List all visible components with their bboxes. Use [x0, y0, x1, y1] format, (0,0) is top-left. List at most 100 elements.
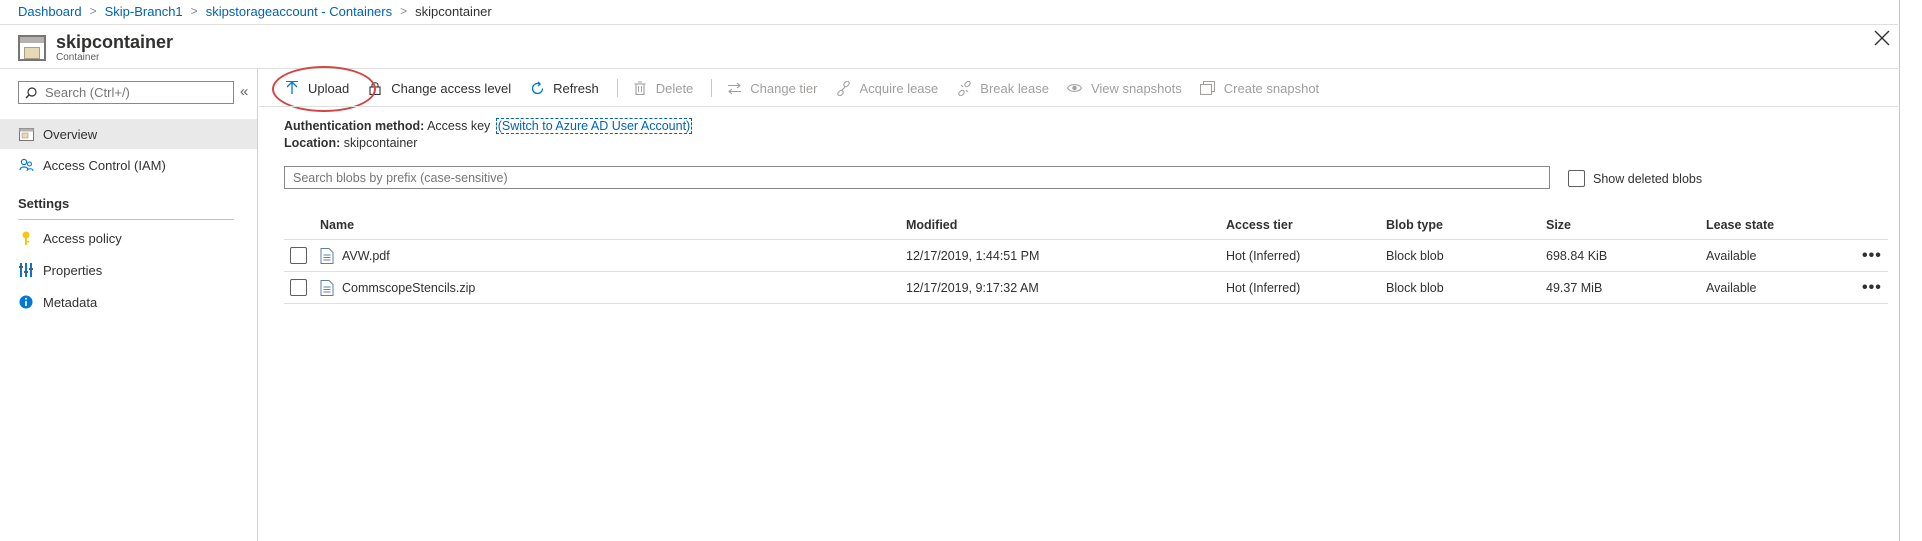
divider — [0, 24, 1898, 25]
page-subtitle: Container — [56, 52, 100, 63]
sidebar-item-access-policy[interactable]: Access policy — [0, 223, 257, 253]
table-row[interactable]: CommscopeStencils.zip 12/17/2019, 9:17:3… — [284, 272, 1888, 304]
sidebar-item-label: Overview — [43, 126, 98, 142]
column-header-access-tier[interactable]: Access tier — [1226, 210, 1293, 239]
container-icon — [18, 35, 46, 61]
broken-link-icon — [956, 80, 972, 96]
sidebar-item-properties[interactable]: Properties — [0, 255, 257, 285]
blob-table: Name Modified Access tier Blob type Size… — [284, 210, 1888, 304]
location-value: skipcontainer — [343, 136, 418, 150]
row-checkbox[interactable] — [290, 279, 307, 296]
blob-access-tier: Hot (Inferred) — [1226, 248, 1301, 263]
blob-name-cell[interactable]: AVW.pdf — [320, 240, 390, 271]
file-icon — [320, 279, 334, 296]
auth-method-label: Authentication method: — [284, 119, 425, 133]
acquire-lease-button[interactable]: Acquire lease — [836, 80, 939, 96]
blob-search-box[interactable] — [284, 166, 1550, 189]
blob-size: 49.37 MiB — [1546, 280, 1603, 295]
blob-modified: 12/17/2019, 9:17:32 AM — [906, 280, 1039, 295]
column-header-name[interactable]: Name — [320, 210, 354, 239]
view-snapshots-button[interactable]: View snapshots — [1067, 80, 1182, 96]
sidebar-search-box[interactable] — [18, 81, 234, 104]
breadcrumb-current: skipcontainer — [415, 3, 492, 19]
chevron-right-icon: > — [89, 4, 97, 18]
blob-lease-state: Available — [1706, 248, 1757, 263]
divider — [18, 219, 234, 220]
change-tier-button[interactable]: Change tier — [726, 80, 818, 96]
key-icon — [18, 230, 34, 246]
auth-method-value: Access key — [427, 119, 491, 133]
file-icon — [320, 247, 334, 264]
refresh-label: Refresh — [553, 80, 599, 96]
delete-label: Delete — [655, 80, 694, 96]
sidebar: « Overview Access Control (IAM) Settings… — [0, 69, 258, 541]
breadcrumb-containers[interactable]: skipstorageaccount - Containers — [206, 4, 392, 19]
more-options-icon[interactable]: ••• — [1862, 240, 1882, 271]
command-bar: Upload Change access level Refresh Delet… — [272, 72, 1337, 104]
divider — [0, 68, 1898, 69]
chevron-right-icon: > — [400, 4, 408, 18]
sidebar-item-overview[interactable]: Overview — [0, 119, 257, 149]
sidebar-item-metadata[interactable]: Metadata — [0, 287, 257, 317]
blade-header: skipcontainer Container — [18, 28, 173, 68]
show-deleted-blobs-toggle[interactable]: Show deleted blobs — [1568, 170, 1702, 187]
sidebar-item-label: Access policy — [43, 230, 122, 246]
delete-button[interactable]: Delete — [632, 80, 694, 96]
breadcrumb-dashboard[interactable]: Dashboard — [18, 4, 82, 19]
show-deleted-checkbox[interactable] — [1568, 170, 1585, 187]
chevron-right-icon: > — [190, 4, 198, 18]
properties-icon — [18, 262, 34, 278]
collapse-sidebar-icon[interactable]: « — [240, 83, 248, 100]
change-access-level-button[interactable]: Change access level — [367, 80, 511, 96]
sidebar-search-input[interactable] — [45, 85, 225, 100]
change-tier-label: Change tier — [750, 80, 818, 96]
close-icon[interactable] — [1872, 30, 1892, 50]
section-label-settings: Settings — [18, 196, 70, 211]
table-row[interactable]: AVW.pdf 12/17/2019, 1:44:51 PM Hot (Infe… — [284, 240, 1888, 272]
more-options-icon[interactable]: ••• — [1862, 272, 1882, 303]
sidebar-item-access-control[interactable]: Access Control (IAM) — [0, 150, 257, 180]
toolbar-separator — [616, 79, 618, 97]
divider — [259, 106, 1898, 107]
blob-lease-state: Available — [1706, 280, 1757, 295]
refresh-button[interactable]: Refresh — [529, 80, 599, 96]
create-snapshot-button[interactable]: Create snapshot — [1200, 80, 1319, 96]
column-header-lease-state[interactable]: Lease state — [1706, 210, 1774, 239]
blob-name-cell[interactable]: CommscopeStencils.zip — [320, 272, 475, 303]
row-select[interactable] — [290, 240, 307, 271]
blob-name[interactable]: AVW.pdf — [342, 249, 390, 263]
show-deleted-label: Show deleted blobs — [1593, 171, 1703, 186]
row-select[interactable] — [290, 272, 307, 303]
breadcrumb-skip-branch1[interactable]: Skip-Branch1 — [105, 4, 183, 19]
view-snapshots-label: View snapshots — [1090, 80, 1182, 96]
upload-label: Upload — [308, 80, 350, 96]
location-label: Location: — [284, 136, 341, 150]
blob-modified: 12/17/2019, 1:44:51 PM — [906, 248, 1040, 263]
scrollbar-edge — [1899, 0, 1900, 541]
column-header-blob-type[interactable]: Blob type — [1386, 210, 1443, 239]
table-header-row: Name Modified Access tier Blob type Size… — [284, 210, 1888, 240]
column-header-modified[interactable]: Modified — [906, 210, 957, 239]
search-icon — [25, 86, 37, 98]
switch-auth-link[interactable]: (Switch to Azure AD User Account) — [495, 118, 693, 134]
break-lease-button[interactable]: Break lease — [956, 80, 1049, 96]
auth-method-line: Authentication method: Access key (Switc… — [284, 118, 693, 134]
lock-icon — [367, 80, 383, 96]
eye-icon — [1067, 80, 1083, 96]
breadcrumb: Dashboard > Skip-Branch1 > skipstorageac… — [18, 0, 492, 22]
column-header-size[interactable]: Size — [1546, 210, 1571, 239]
upload-button[interactable]: Upload — [284, 80, 349, 96]
link-icon — [836, 80, 852, 96]
title-block: skipcontainer Container — [56, 32, 173, 64]
acquire-lease-label: Acquire lease — [859, 80, 939, 96]
swap-arrows-icon — [726, 80, 742, 96]
trash-icon — [632, 80, 648, 96]
row-checkbox[interactable] — [290, 247, 307, 264]
blob-search-input[interactable] — [293, 170, 1549, 185]
page-title: skipcontainer — [56, 32, 174, 52]
sidebar-item-label: Access Control (IAM) — [43, 157, 166, 173]
change-access-level-label: Change access level — [391, 80, 512, 96]
blob-name[interactable]: CommscopeStencils.zip — [342, 281, 475, 295]
sidebar-item-label: Properties — [43, 262, 103, 278]
snapshot-icon — [1200, 80, 1216, 96]
